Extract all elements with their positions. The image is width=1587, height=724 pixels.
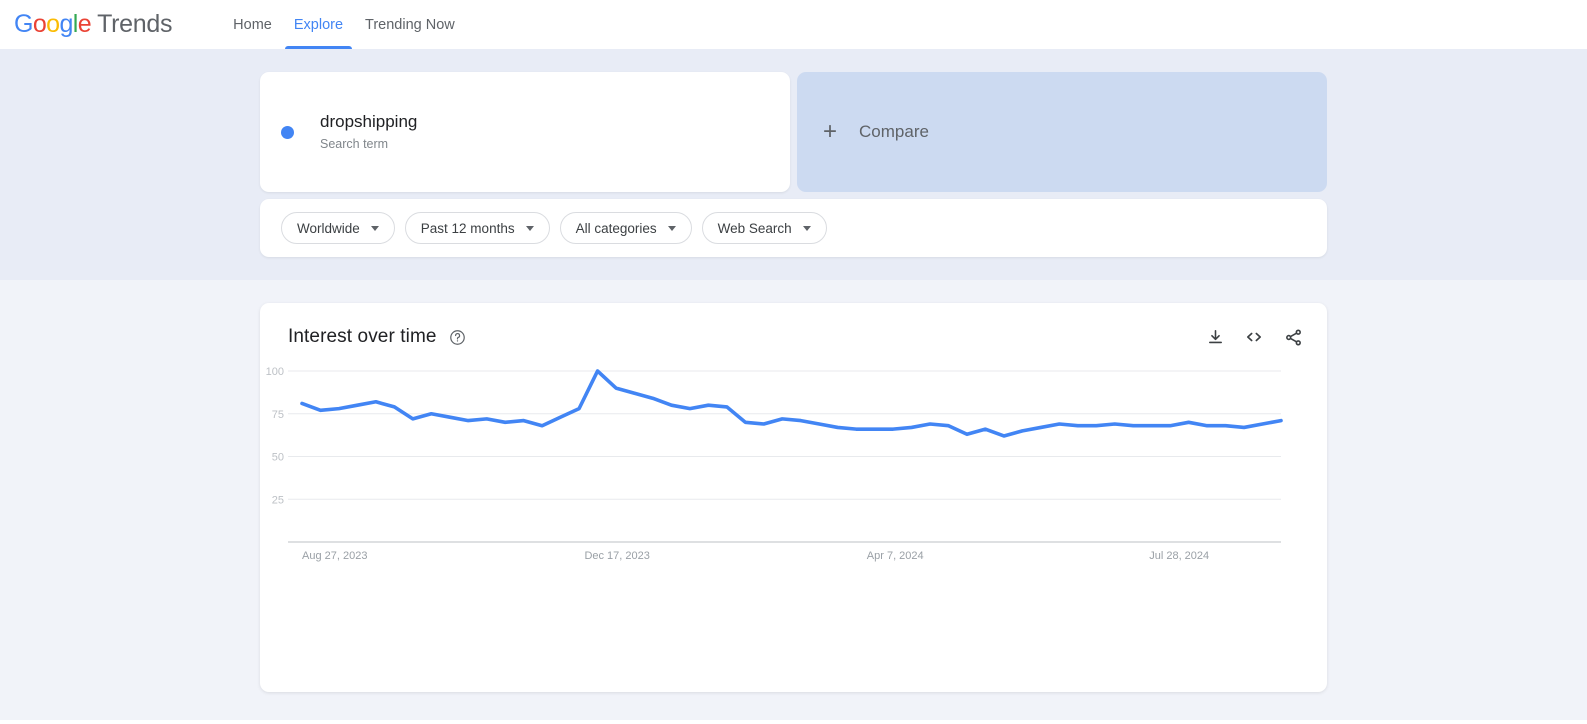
trends-wordmark: Trends bbox=[97, 9, 173, 38]
interest-over-time-card: Interest over time 25 50 75 100 Aug 27, … bbox=[260, 303, 1327, 692]
chart-y-axis-labels: 25 50 75 100 bbox=[266, 366, 284, 506]
query-row: dropshipping Search term + Compare bbox=[260, 72, 1327, 192]
interest-over-time-plot[interactable]: 25 50 75 100 Aug 27, 2023 Dec 17, 2023 Apr 7,… bbox=[260, 365, 1327, 675]
x-axis-tick-label: Aug 27, 2023 bbox=[302, 550, 367, 562]
chart-title: Interest over time bbox=[288, 326, 437, 347]
download-icon[interactable] bbox=[1205, 327, 1225, 347]
y-axis-tick-label: 50 bbox=[272, 452, 284, 464]
x-axis-tick-label: Apr 7, 2024 bbox=[867, 550, 924, 562]
filter-time-range-label: Past 12 months bbox=[420, 220, 515, 236]
chart-container: Interest over time 25 50 75 100 Aug 27, … bbox=[260, 303, 1327, 692]
filter-search-type[interactable]: Web Search bbox=[701, 212, 827, 244]
embed-code-icon[interactable] bbox=[1244, 327, 1264, 347]
chart-header: Interest over time bbox=[260, 303, 1327, 348]
chart-action-icons bbox=[1205, 327, 1303, 347]
chevron-down-icon bbox=[802, 225, 811, 231]
compare-button[interactable]: + Compare bbox=[797, 72, 1327, 192]
trend-line-path bbox=[300, 369, 1283, 438]
x-axis-tick-label: Jul 28, 2024 bbox=[1149, 550, 1209, 562]
nav-item-trending-now[interactable]: Trending Now bbox=[354, 0, 466, 49]
trends-line-chart-svg: 25 50 75 100 Aug 27, 2023 Dec 17, 2023 Apr 7,… bbox=[266, 366, 1283, 562]
top-navigation-bar: Google Trends Home Explore Trending Now bbox=[0, 0, 1587, 49]
query-container: dropshipping Search term + Compare World… bbox=[260, 72, 1327, 257]
chart-gridlines bbox=[288, 370, 1281, 543]
chevron-down-icon bbox=[667, 225, 676, 231]
y-axis-tick-label: 100 bbox=[266, 366, 284, 378]
help-icon[interactable] bbox=[449, 329, 466, 346]
search-term-texts: dropshipping Search term bbox=[320, 111, 417, 153]
y-axis-tick-label: 75 bbox=[272, 409, 284, 421]
nav-item-home[interactable]: Home bbox=[222, 0, 283, 49]
plus-icon: + bbox=[823, 118, 838, 145]
search-term-value: dropshipping bbox=[320, 112, 418, 131]
query-section-band: dropshipping Search term + Compare World… bbox=[0, 49, 1587, 280]
chart-title-wrap: Interest over time bbox=[288, 326, 466, 348]
main-nav: Home Explore Trending Now bbox=[222, 0, 466, 49]
search-term-card[interactable]: dropshipping Search term bbox=[260, 72, 790, 192]
filter-location-label: Worldwide bbox=[297, 220, 360, 236]
compare-label: Compare bbox=[859, 122, 929, 141]
filter-category-label: All categories bbox=[575, 220, 657, 236]
chevron-down-icon bbox=[370, 225, 379, 231]
x-axis-tick-label: Dec 17, 2023 bbox=[584, 550, 649, 562]
filter-search-type-label: Web Search bbox=[717, 220, 792, 236]
share-icon[interactable] bbox=[1283, 327, 1303, 347]
y-axis-tick-label: 25 bbox=[272, 494, 284, 506]
filter-location[interactable]: Worldwide bbox=[281, 212, 395, 244]
filter-category[interactable]: All categories bbox=[559, 212, 692, 244]
chevron-down-icon bbox=[525, 225, 534, 231]
filter-time-range[interactable]: Past 12 months bbox=[404, 212, 550, 244]
nav-item-explore[interactable]: Explore bbox=[283, 0, 354, 49]
series-color-dot bbox=[281, 125, 294, 139]
chart-section-band: Interest over time 25 50 75 100 Aug 27, … bbox=[0, 280, 1587, 720]
google-trends-logo[interactable]: Google Trends bbox=[14, 9, 172, 39]
chart-x-axis-labels: Aug 27, 2023 Dec 17, 2023 Apr 7, 2024 Jul 2… bbox=[302, 550, 1209, 562]
google-wordmark: Google bbox=[14, 9, 92, 38]
search-term-type-label: Search term bbox=[320, 137, 389, 151]
filter-bar: Worldwide Past 12 months All categories … bbox=[260, 199, 1327, 257]
